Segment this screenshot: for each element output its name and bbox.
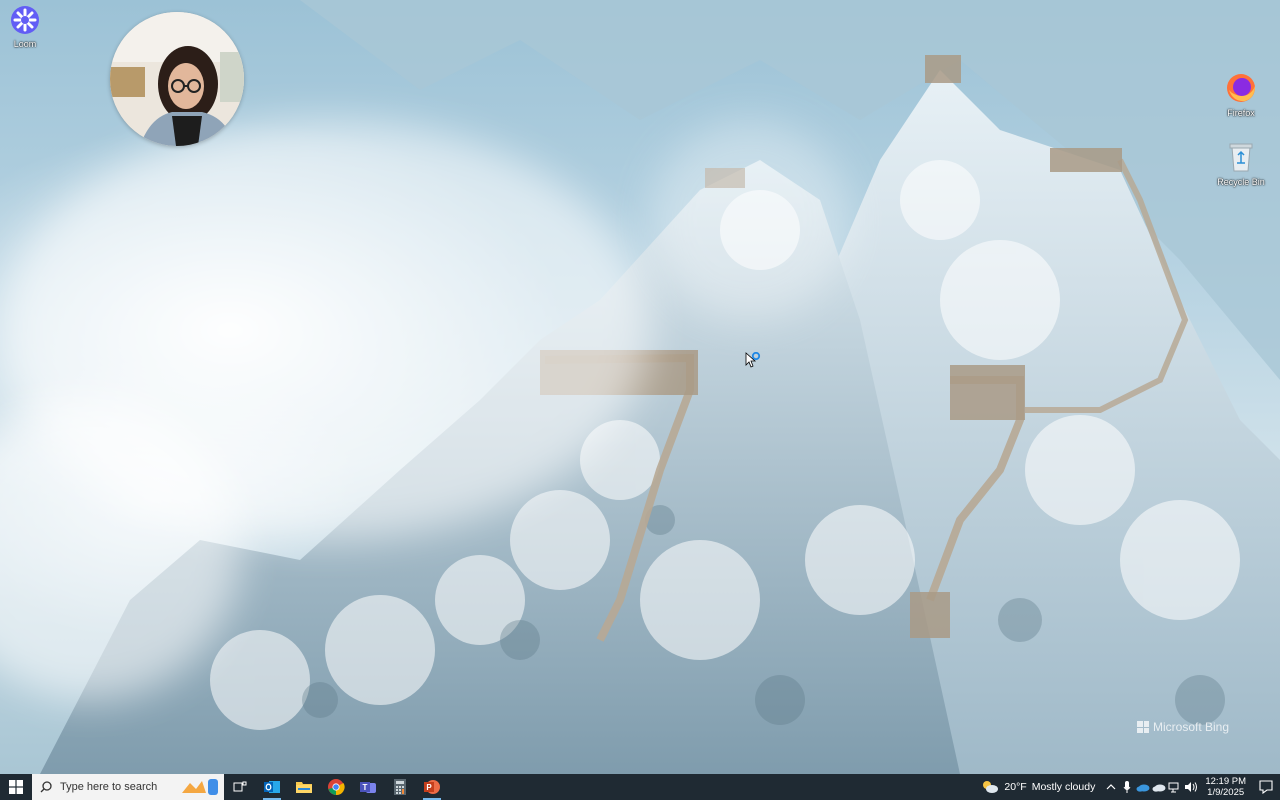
taskbar-app-outlook[interactable] xyxy=(256,774,288,800)
speaker-icon xyxy=(1185,782,1198,792)
system-tray: 20°F Mostly cloudy 12:19 PM 1/9/2025 xyxy=(973,774,1280,800)
svg-text:P: P xyxy=(426,783,432,792)
watermark-text: Microsoft Bing xyxy=(1153,720,1230,734)
desktop-icon-label: Recycle Bin xyxy=(1217,177,1265,187)
taskbar-app-calculator[interactable] xyxy=(384,774,416,800)
calculator-icon xyxy=(394,779,406,795)
microsoft-logo-icon xyxy=(1137,721,1149,733)
loom-icon xyxy=(0,5,55,37)
taskbar: Type here to search T P 20°F Mostly clou… xyxy=(0,774,1280,800)
chrome-icon xyxy=(328,779,345,796)
taskbar-app-powerpoint[interactable]: P xyxy=(416,774,448,800)
taskbar-app-file-explorer[interactable] xyxy=(288,774,320,800)
file-explorer-icon xyxy=(296,782,312,793)
volume-tray-button[interactable] xyxy=(1183,774,1199,800)
desktop-icon-recycle-bin[interactable]: Recycle Bin xyxy=(1211,141,1271,187)
taskbar-app-teams[interactable]: T xyxy=(352,774,384,800)
firefox-icon xyxy=(1211,72,1271,106)
webcam-preview-bubble[interactable] xyxy=(110,12,244,146)
task-view-button[interactable] xyxy=(224,774,256,800)
desktop-icon-loom[interactable]: Loom xyxy=(0,5,55,49)
taskbar-app-chrome[interactable] xyxy=(320,774,352,800)
windows-logo-icon xyxy=(9,780,23,794)
onedrive-business-tray-button[interactable] xyxy=(1151,774,1167,800)
clock-time: 12:19 PM xyxy=(1205,776,1246,787)
powerpoint-icon: P xyxy=(424,780,440,794)
notification-center-button[interactable] xyxy=(1252,780,1280,794)
search-icon xyxy=(40,781,52,793)
bing-watermark: Microsoft Bing xyxy=(1137,720,1229,734)
search-placeholder: Type here to search xyxy=(60,781,158,793)
cloud-icon xyxy=(1152,784,1166,792)
desktop-icon-firefox[interactable]: Firefox xyxy=(1211,72,1271,118)
weather-condition: Mostly cloudy xyxy=(1031,781,1096,793)
search-highlight-icon xyxy=(182,779,218,795)
outlook-icon xyxy=(264,781,280,793)
chevron-up-icon xyxy=(1106,784,1116,790)
weather-widget[interactable]: 20°F Mostly cloudy xyxy=(973,780,1103,794)
show-hidden-icons-button[interactable] xyxy=(1103,774,1119,800)
cloudy-weather-icon xyxy=(983,781,999,793)
teams-icon: T xyxy=(360,782,376,793)
network-tray-button[interactable] xyxy=(1167,774,1183,800)
webcam-person-image xyxy=(110,12,244,146)
microphone-icon xyxy=(1123,781,1131,793)
mouse-cursor xyxy=(745,351,765,377)
desktop-icon-label: Firefox xyxy=(1227,108,1255,118)
clock-date: 1/9/2025 xyxy=(1207,787,1245,798)
weather-temperature: 20°F xyxy=(1004,781,1027,793)
notification-icon xyxy=(1259,780,1273,794)
task-view-icon xyxy=(233,781,247,792)
network-icon xyxy=(1168,782,1179,793)
taskbar-clock[interactable]: 12:19 PM 1/9/2025 xyxy=(1199,776,1252,798)
svg-text:T: T xyxy=(363,783,368,792)
taskbar-search-box[interactable]: Type here to search xyxy=(32,774,224,800)
desktop-icon-label: Loom xyxy=(13,39,37,49)
onedrive-tray-button[interactable] xyxy=(1135,774,1151,800)
microphone-tray-button[interactable] xyxy=(1119,774,1135,800)
onedrive-icon xyxy=(1136,784,1150,792)
recycle-bin-icon xyxy=(1211,141,1271,175)
start-button[interactable] xyxy=(0,774,32,800)
